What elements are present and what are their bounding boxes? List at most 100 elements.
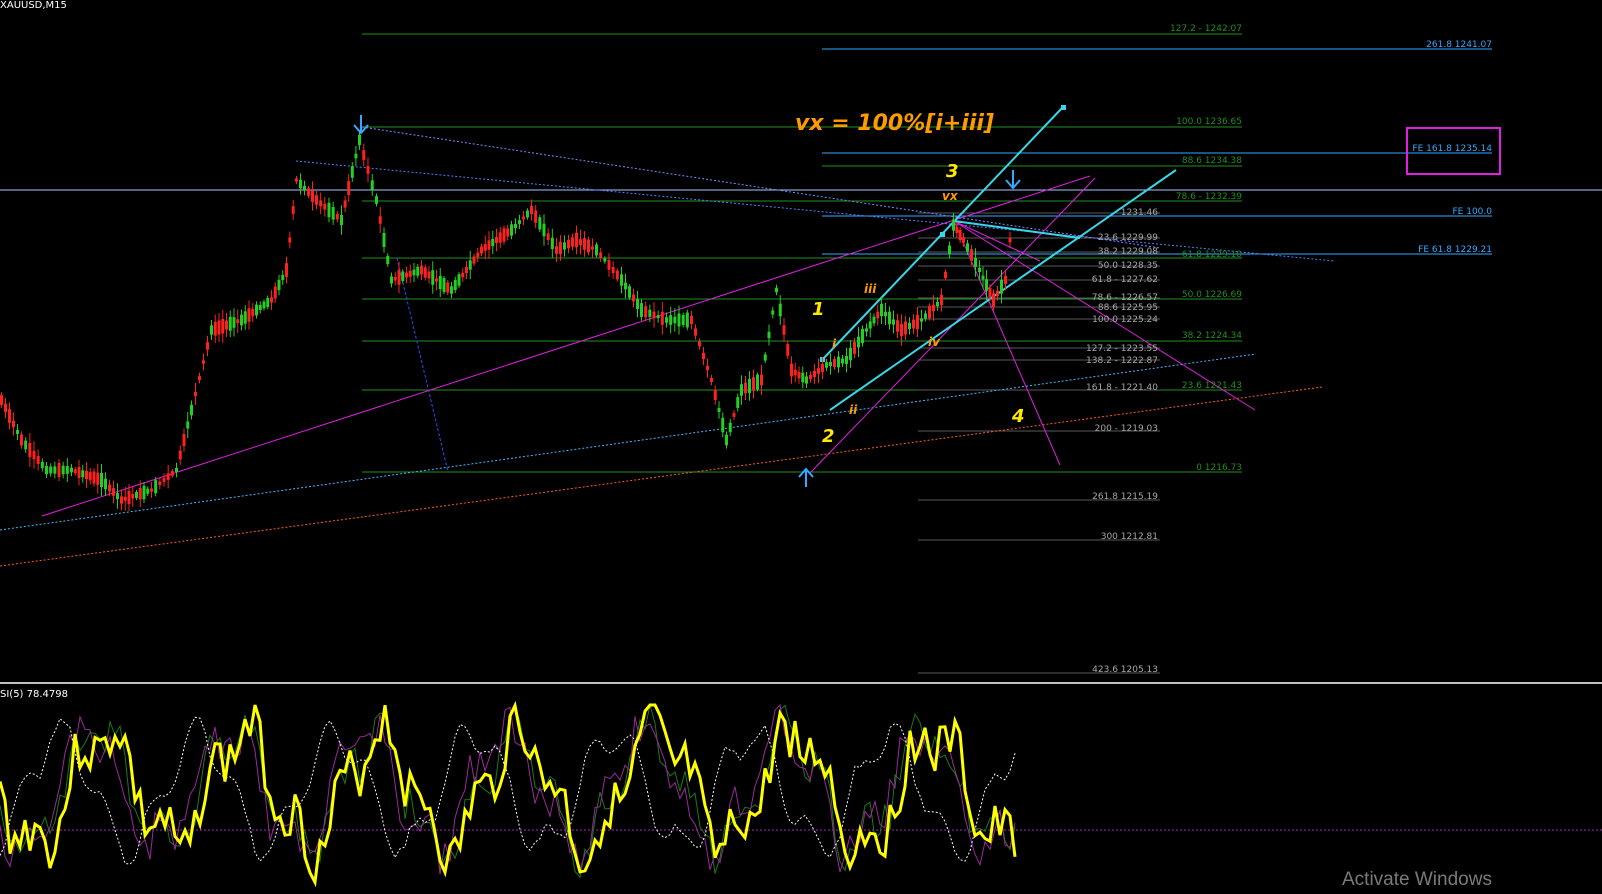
price-chart[interactable]: 127.2 - 1242.07 100.0 1236.65 88.6 1234.… [0,0,1602,890]
candle-body [725,434,728,446]
fib-label: 23.6 1229.99 [1098,233,1158,243]
candle-body [112,488,115,496]
candle-body [880,303,883,317]
candle-body [73,469,77,474]
candle-body [123,496,127,501]
candle-body [740,384,743,396]
wave-label[interactable]: 4 [1011,406,1025,427]
candle-body [162,478,166,482]
candle-body [198,376,201,380]
fe-label: FE 61.8 1229.21 [1418,245,1492,255]
candle-body [506,228,510,237]
candle-body [135,491,138,499]
fib-label: 88.6 1225.95 [1098,303,1158,313]
candle-body [571,237,574,247]
candle-body [36,455,40,465]
candle-body [958,229,962,241]
candle-body [343,200,347,208]
rsi-indicator[interactable] [0,700,1017,888]
candle-body [510,224,513,236]
channel-handle[interactable] [940,232,945,237]
fib-label: 78.6 - 1226.57 [1092,293,1158,303]
candle-body [706,365,709,371]
candle-body [228,316,232,331]
candle-body [615,270,619,280]
candle-body [640,303,643,317]
candle-body [595,244,598,256]
candle-body [40,461,44,469]
candle-body [303,185,306,191]
candle-body [202,360,205,364]
candle-body [435,278,438,282]
fib-label: 200 - 1219.03 [1095,424,1158,434]
candle-body [476,252,480,258]
candle-body [736,397,740,408]
candle-body [146,488,150,494]
candle-body [534,210,538,223]
candle-body [1004,275,1007,285]
candle-body [154,480,158,494]
highlight-box[interactable] [1406,127,1501,175]
fib-label: 78.6 - 1232.39 [1176,192,1242,202]
candle-body [158,481,162,486]
candle-body [20,434,23,446]
fe-label: FE 100.0 [1453,207,1493,217]
candle-body [49,466,53,474]
candle-body [962,237,965,243]
channel-handle[interactable] [1061,105,1066,110]
candle-body [837,356,840,368]
candle-body [563,242,566,250]
candle-body [786,344,790,356]
candle-body [948,245,951,255]
candle-body [985,279,988,291]
candle-body [760,374,763,386]
candle-body [28,442,32,458]
magenta-fan-lines[interactable] [809,177,1256,474]
candle-body [644,306,648,318]
annotation-title[interactable]: vx = 100%[i+iii] [795,111,994,136]
candle-body [32,450,36,460]
blue-dotted-trendline[interactable] [0,353,1257,531]
candle-body [315,195,318,205]
candle-body [673,316,677,324]
candle-body [461,272,465,278]
candle-body [347,180,351,196]
candle-body [813,370,816,378]
candle-body [480,246,483,254]
candle-body [217,320,221,335]
wave-label[interactable]: 2 [822,426,835,447]
chart-window[interactable]: 127.2 - 1242.07 100.0 1236.65 88.6 1234.… [0,0,1602,890]
candle-body [841,358,844,364]
candle-body [728,422,732,433]
candle-body [748,379,751,393]
candle-body [567,239,570,249]
fibonacci-expansion-lines[interactable] [822,48,1492,255]
candle-body [624,282,627,290]
candle-body [656,315,660,319]
candle-body [928,305,931,319]
candle-body [53,466,57,474]
candle-body [1008,237,1012,243]
candle-body [288,237,292,243]
candle-body [319,200,323,207]
wave-label[interactable]: vx [942,189,959,203]
candle-body [340,214,343,226]
wave-label[interactable]: iv [928,335,941,349]
candle-body [955,227,959,233]
candle-body [420,265,423,275]
fib-label: 88.6 1234.38 [1182,156,1242,166]
wave-label[interactable]: iii [864,282,877,296]
candle-body [116,492,119,500]
fib-label: 38.2 1229.08 [1098,247,1158,257]
candle-body [77,466,81,479]
fib-label: 1231.46 [1121,208,1158,218]
wave-label[interactable]: ii [849,403,858,417]
dotted-diagonal[interactable] [361,126,1161,249]
candle-body [472,256,476,264]
wave-label[interactable]: 3 [946,161,959,182]
candle-body [335,213,339,220]
blue-dotted-downtrend[interactable] [295,160,1335,262]
wave-label[interactable]: 1 [812,299,825,320]
candle-body [542,223,546,237]
fib-label: 127.2 - 1223.55 [1086,344,1158,354]
